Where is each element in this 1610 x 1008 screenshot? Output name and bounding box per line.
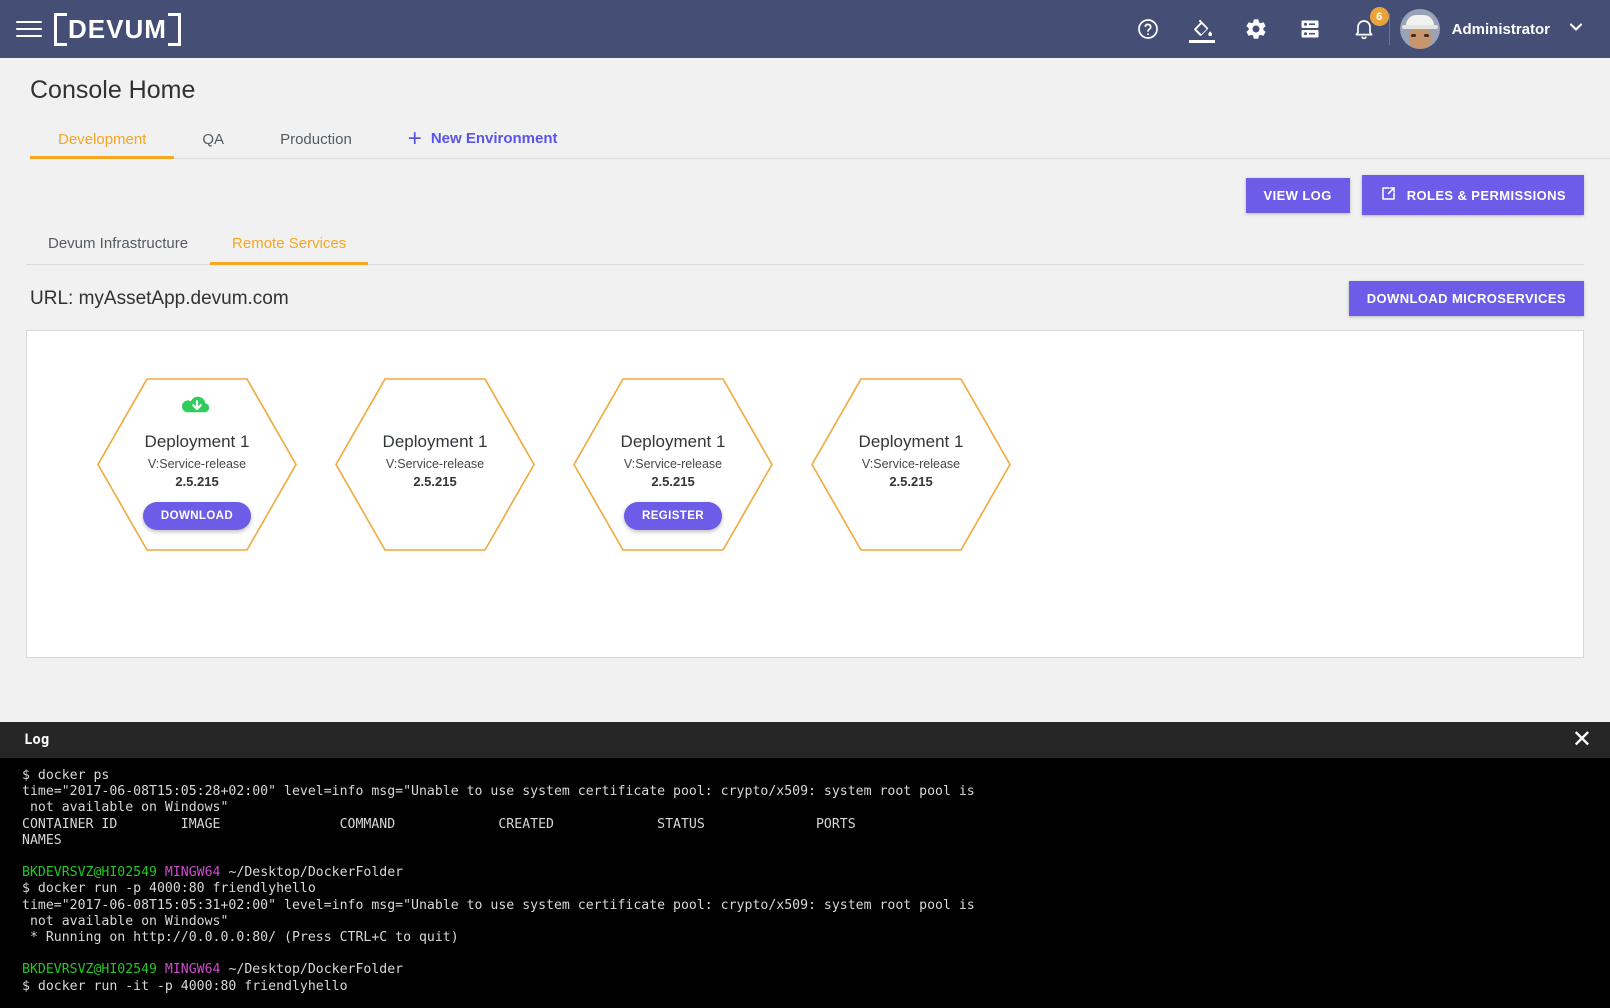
log-line: BKDEVRSVZ@HI02549 MINGW64 ~/Desktop/Dock… [22,962,1610,978]
deployment-version: 2.5.215 [413,474,457,490]
username-label: Administrator [1451,20,1550,38]
deployment-subtitle: V:Service-release [623,457,723,472]
action-button-row: VIEW LOG ROLES & PERMISSIONS [0,159,1610,216]
deployment-title: Deployment 1 [620,432,726,452]
cloud-download-icon[interactable] [182,392,212,420]
notification-count-badge: 6 [1369,7,1389,26]
deployment-hex-1[interactable]: Deployment 1 V:Service-release 2.5.215 D… [97,378,297,551]
server-icon[interactable] [1295,14,1325,44]
hamburger-menu-icon[interactable] [16,19,42,39]
help-icon[interactable] [1133,14,1163,44]
log-line: not available on Windows" [22,913,229,929]
download-microservices-button[interactable]: DOWNLOAD MICROSERVICES [1348,281,1584,317]
deployment-hex-3[interactable]: Deployment 1 V:Service-release 2.5.215 R… [573,378,773,551]
log-line: not available on Windows" [22,800,229,816]
roles-permissions-button[interactable]: ROLES & PERMISSIONS [1361,175,1584,216]
deployment-hex-4[interactable]: Deployment 1 V:Service-release 2.5.215 [811,378,1011,551]
devum-logo[interactable]: DEVUM [54,12,181,46]
topbar-icon-group: 6 [1133,7,1389,44]
url-label: URL: myAssetApp.devum.com [30,287,289,309]
log-prompt-shell: MINGW64 [156,962,221,978]
log-panel-header: Log ✕ [0,722,1610,758]
page-header: Console Home Development QA Production +… [0,58,1610,160]
deployment-subtitle: V:Service-release [861,457,961,472]
deployment-hex-2[interactable]: Deployment 1 V:Service-release 2.5.215 [335,378,535,551]
deployment-version: 2.5.215 [651,474,695,490]
log-line: $ docker ps [22,768,110,783]
log-line: time="2017-06-08T15:05:28+02:00" level=i… [22,784,975,800]
roles-permissions-label: ROLES & PERMISSIONS [1406,187,1566,203]
deployment-version: 2.5.215 [889,474,933,490]
log-line: time="2017-06-08T15:05:31+02:00" level=i… [22,897,975,913]
log-prompt-user: BKDEVRSVZ@HI02549 [22,865,157,881]
settings-gear-icon[interactable] [1241,14,1271,44]
theme-paint-icon[interactable] [1187,14,1217,44]
new-environment-button[interactable]: + New Environment [380,123,568,158]
tab-production[interactable]: Production [252,125,380,158]
deployment-title: Deployment 1 [144,432,250,452]
deployment-title: Deployment 1 [858,432,964,452]
log-panel-title: Log [24,732,50,748]
top-navigation-bar: DEVUM 6 Administrator [0,0,1610,58]
log-line: * Running on http://0.0.0.0:80/ (Press C… [22,930,459,946]
deployment-subtitle: V:Service-release [147,457,247,472]
tab-devum-infrastructure[interactable]: Devum Infrastructure [26,227,210,264]
topbar-divider [1388,13,1390,45]
log-console-panel: Log ✕ $ docker ps time="2017-06-08T15:05:… [0,722,1610,1008]
deployment-title: Deployment 1 [382,432,488,452]
deployment-hex-row: Deployment 1 V:Service-release 2.5.215 D… [27,331,1583,551]
theme-active-underline [1188,40,1215,43]
log-prompt-user: BKDEVRSVZ@HI02549 [22,962,157,978]
tab-remote-services[interactable]: Remote Services [210,227,369,266]
deployments-panel: Deployment 1 V:Service-release 2.5.215 D… [26,330,1584,659]
new-environment-label: New Environment [430,130,558,148]
log-prompt-shell: MINGW64 [156,865,221,881]
log-line: $ docker run -it -p 4000:80 friendlyhell… [22,978,348,994]
log-line: $ docker run -p 4000:80 friendlyhello [22,881,316,897]
page-title: Console Home [30,76,196,104]
plus-icon: + [407,125,422,152]
log-line: NAMES [22,832,62,848]
log-line: CONTAINER ID IMAGE COMMAND CREATED STATU… [22,816,856,832]
log-line: BKDEVRSVZ@HI02549 MINGW64 ~/Desktop/Dock… [22,865,1610,881]
chevron-down-icon[interactable] [1566,17,1586,42]
deployment-version: 2.5.215 [175,474,219,490]
deployment-register-button[interactable]: REGISTER [624,502,722,531]
deployment-subtitle: V:Service-release [385,457,485,472]
notifications-bell-icon[interactable]: 6 [1349,7,1389,44]
log-prompt-path: ~/Desktop/DockerFolder [220,962,404,978]
log-output[interactable]: $ docker ps time="2017-06-08T15:05:28+02:… [0,758,1610,1008]
close-icon[interactable]: ✕ [1572,728,1592,752]
tab-development[interactable]: Development [30,125,175,160]
user-avatar[interactable] [1399,9,1440,49]
deployment-download-button[interactable]: DOWNLOAD [142,502,252,531]
service-tab-bar: Devum Infrastructure Remote Services [26,227,1584,266]
environment-tab-bar: Development QA Production + New Environm… [30,123,1610,160]
log-prompt-path: ~/Desktop/DockerFolder [220,865,404,881]
view-log-button[interactable]: VIEW LOG [1245,177,1350,213]
external-link-icon [1380,185,1397,205]
tab-qa[interactable]: QA [174,125,252,158]
url-row: URL: myAssetApp.devum.com DOWNLOAD MICRO… [0,265,1610,317]
